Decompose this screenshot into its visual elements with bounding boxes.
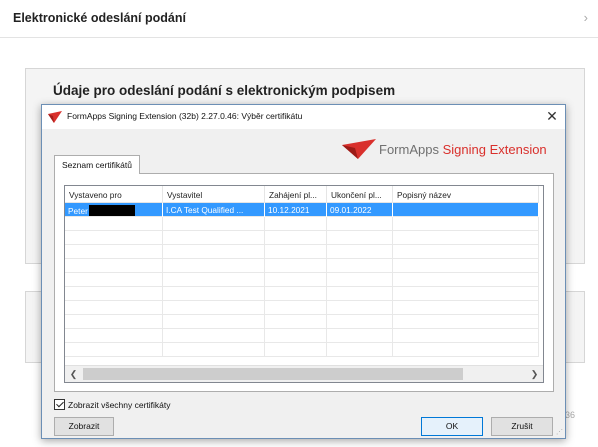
checkbox-checked-icon[interactable] xyxy=(54,399,65,410)
empty-row xyxy=(65,231,539,245)
certificate-dialog: FormApps Signing Extension (32b) 2.27.0.… xyxy=(41,104,566,439)
empty-row xyxy=(65,329,539,343)
cancel-button[interactable]: Zrušit xyxy=(491,417,553,436)
column-header-issuer[interactable]: Vystavitel xyxy=(163,186,265,203)
empty-row xyxy=(65,273,539,287)
scroll-right-icon[interactable]: ❯ xyxy=(526,366,543,382)
empty-row xyxy=(65,301,539,315)
cell-valid-from: 10.12.2021 xyxy=(265,203,327,217)
side-number: 36 xyxy=(565,410,576,420)
close-icon[interactable]: ✕ xyxy=(539,105,565,129)
brand-formapps: FormApps xyxy=(379,142,439,157)
brand-text: FormApps Signing Extension xyxy=(379,142,547,157)
empty-row xyxy=(65,245,539,259)
table-row[interactable]: Peter I.CA Test Qualified ... 10.12.2021… xyxy=(65,203,539,217)
column-header-friendly-name[interactable]: Popisný název xyxy=(393,186,539,203)
page-title: Elektronické odeslání podání xyxy=(13,11,186,25)
list-rows: Peter I.CA Test Qualified ... 10.12.2021… xyxy=(65,203,539,357)
cell-friendly-name xyxy=(393,203,539,217)
formapps-brand-icon xyxy=(342,139,376,159)
page-header: Elektronické odeslání podání › xyxy=(0,0,598,38)
column-header-issued-to[interactable]: Vystaveno pro xyxy=(65,186,163,203)
column-header-valid-from[interactable]: Zahájení pl... xyxy=(265,186,327,203)
formapps-logo-icon xyxy=(48,111,62,123)
cell-issued-to: Peter xyxy=(65,203,163,217)
chevron-right-icon[interactable]: › xyxy=(584,10,588,25)
signature-panel-title: Údaje pro odeslání podání s elektronický… xyxy=(53,83,396,98)
scrollbar-thumb[interactable] xyxy=(83,368,463,380)
brand-logo: FormApps Signing Extension xyxy=(342,138,547,160)
brand-signing-extension: Signing Extension xyxy=(442,142,547,157)
ok-button[interactable]: OK xyxy=(421,417,483,436)
show-all-certificates-label[interactable]: Zobrazit všechny certifikáty xyxy=(68,400,171,410)
cell-issuer: I.CA Test Qualified ... xyxy=(163,203,265,217)
list-header: Vystaveno pro Vystavitel Zahájení pl... … xyxy=(65,186,539,203)
issued-to-text: Peter xyxy=(68,206,88,216)
tab-certificate-list[interactable]: Seznam certifikátů xyxy=(54,155,140,174)
redaction-block xyxy=(88,205,135,216)
column-header-valid-to[interactable]: Ukončení pl... xyxy=(327,186,393,203)
resize-grip-icon[interactable]: ⋰ xyxy=(556,428,563,436)
show-button[interactable]: Zobrazit xyxy=(54,417,114,436)
scroll-left-icon[interactable]: ❮ xyxy=(65,366,82,382)
dialog-title: FormApps Signing Extension (32b) 2.27.0.… xyxy=(67,111,303,121)
horizontal-scrollbar[interactable]: ❮ ❯ xyxy=(65,365,543,382)
empty-row xyxy=(65,217,539,231)
empty-row xyxy=(65,343,539,357)
empty-row xyxy=(65,259,539,273)
certificate-list[interactable]: Vystaveno pro Vystavitel Zahájení pl... … xyxy=(64,185,544,383)
empty-row xyxy=(65,315,539,329)
tab-panel: Vystaveno pro Vystavitel Zahájení pl... … xyxy=(54,173,554,392)
cell-valid-to: 09.01.2022 xyxy=(327,203,393,217)
dialog-titlebar[interactable]: FormApps Signing Extension (32b) 2.27.0.… xyxy=(42,105,565,129)
show-all-certificates-checkbox[interactable]: Zobrazit všechny certifikáty xyxy=(54,398,171,411)
empty-row xyxy=(65,287,539,301)
